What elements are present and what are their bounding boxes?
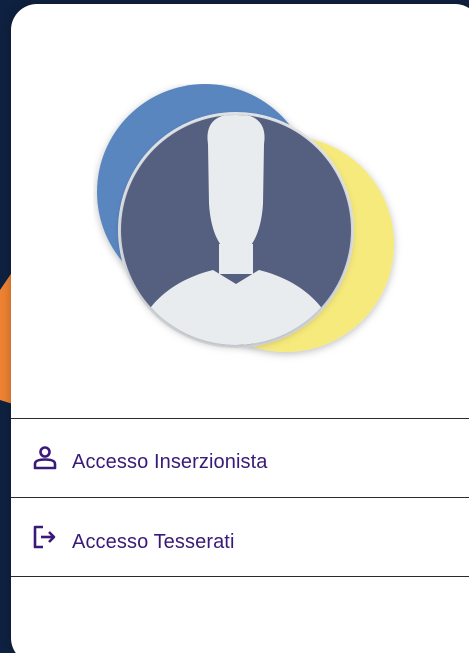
screen: Accesso Inserzionista Accesso Tesserati [0,0,469,653]
avatar [93,84,413,374]
menu-item-accesso-inserzionista[interactable]: Accesso Inserzionista [11,419,469,497]
sign-in-icon [32,524,58,550]
login-panel: Accesso Inserzionista Accesso Tesserati [11,4,469,653]
user-avatar-icon [97,84,394,352]
menu-item-accesso-tesserati[interactable]: Accesso Tesserati [11,498,469,576]
access-menu: Accesso Inserzionista Accesso Tesserati [11,418,469,577]
user-icon [32,445,58,471]
menu-item-label: Accesso Inserzionista [72,450,268,473]
menu-item-label: Accesso Tesserati [72,530,235,553]
divider [11,576,469,577]
